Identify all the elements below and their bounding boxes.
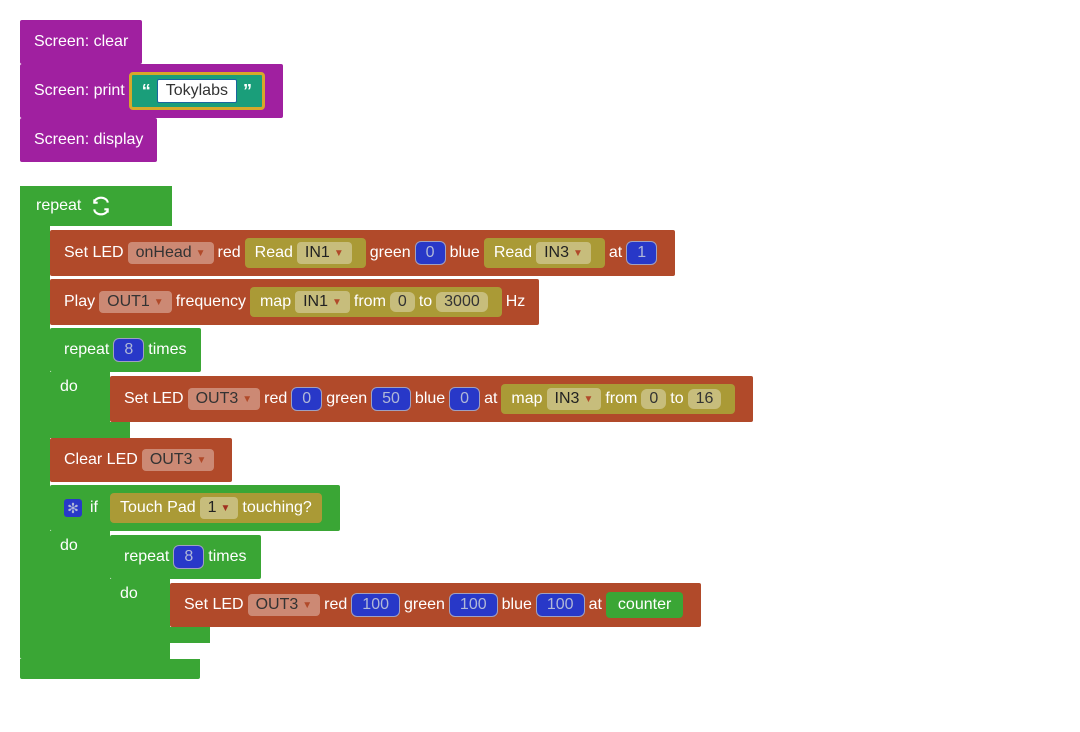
map-port-dropdown-2[interactable]: IN3▼ <box>547 388 602 410</box>
green-value-input[interactable]: 0 <box>415 241 446 265</box>
screen-print-block[interactable]: Screen: print “ Tokylabs ” <box>20 64 283 118</box>
from-value[interactable]: 0 <box>390 292 415 312</box>
red-value-input[interactable]: 0 <box>291 387 322 411</box>
blue-value-input-3[interactable]: 100 <box>536 593 585 617</box>
green-value-input-3[interactable]: 100 <box>449 593 498 617</box>
screen-print-label: Screen: print <box>34 82 125 100</box>
hz-label: Hz <box>506 293 526 311</box>
to-value[interactable]: 3000 <box>436 292 488 312</box>
chevron-down-icon: ▼ <box>583 394 593 405</box>
read-port-dropdown[interactable]: IN1▼ <box>297 242 352 264</box>
repeat-count-input[interactable]: 8 <box>113 338 144 362</box>
string-input[interactable]: Tokylabs <box>157 79 237 103</box>
led-target-dropdown[interactable]: OUT3▼ <box>188 388 261 410</box>
play-block[interactable]: Play OUT1▼ frequency map IN1▼ from 0 to … <box>50 279 539 325</box>
from-value-2[interactable]: 0 <box>641 389 666 409</box>
map-port-dropdown[interactable]: IN1▼ <box>295 291 350 313</box>
to-value-2[interactable]: 16 <box>688 389 722 409</box>
set-led-label: Set LED <box>64 244 124 262</box>
repeat-8b-block[interactable]: repeat 8 times do Set LED <box>110 535 701 643</box>
repeat-foot <box>50 422 130 438</box>
close-quote-icon: ” <box>243 81 252 102</box>
blue-value-input[interactable]: 0 <box>449 387 480 411</box>
read-in1-block[interactable]: Read IN1▼ <box>245 238 366 268</box>
if-block[interactable]: ✻ if Touch Pad 1▼ touching? do <box>50 485 701 659</box>
chevron-down-icon: ▼ <box>334 248 344 259</box>
chevron-down-icon: ▼ <box>196 248 206 259</box>
map-block-2[interactable]: map IN3▼ from 0 to 16 <box>501 384 735 414</box>
blue-label: blue <box>450 244 480 262</box>
repeat-8-head: repeat 8 times <box>50 328 201 372</box>
repeat-bar <box>20 226 50 659</box>
touchpad-dropdown[interactable]: 1▼ <box>200 497 239 519</box>
screen-display-block[interactable]: Screen: display <box>20 118 157 162</box>
screen-clear-label: Screen: clear <box>34 33 128 51</box>
gear-icon[interactable]: ✻ <box>64 499 82 517</box>
string-block[interactable]: “ Tokylabs ” <box>129 72 265 110</box>
chevron-down-icon: ▼ <box>154 297 164 308</box>
if-bar: do <box>50 531 110 643</box>
repeat-8b-foot <box>110 627 210 643</box>
repeat-forever-block[interactable]: repeat Set LED onHead▼ red Read IN1▼ <box>20 186 753 679</box>
if-foot <box>50 643 170 659</box>
repeat-head: repeat <box>20 186 172 226</box>
clear-led-block[interactable]: Clear LED OUT3▼ <box>50 438 232 482</box>
counter-variable[interactable]: counter <box>606 592 683 618</box>
repeat-count-input-2[interactable]: 8 <box>173 545 204 569</box>
set-led-out3-block[interactable]: Set LED OUT3▼ red 0 green 50 blue 0 at <box>110 376 753 422</box>
loop-icon <box>91 196 111 216</box>
map-block[interactable]: map IN1▼ from 0 to 3000 <box>250 287 502 317</box>
clear-led-port-dropdown[interactable]: OUT3▼ <box>142 449 215 471</box>
red-label: red <box>218 244 241 262</box>
read-port-dropdown[interactable]: IN3▼ <box>536 242 591 264</box>
repeat-8-block[interactable]: repeat 8 times do Set LED OUT3▼ red 0 <box>50 328 753 438</box>
screen-stack: Screen: clear Screen: print “ Tokylabs ”… <box>20 20 283 162</box>
led-target-dropdown-3[interactable]: OUT3▼ <box>248 594 321 616</box>
at-value-input[interactable]: 1 <box>626 241 657 265</box>
chevron-down-icon: ▼ <box>573 248 583 259</box>
open-quote-icon: “ <box>142 81 151 102</box>
set-led-onhead-block[interactable]: Set LED onHead▼ red Read IN1▼ green 0 bl… <box>50 230 675 276</box>
repeat-8-bar: do <box>50 372 110 422</box>
chevron-down-icon: ▼ <box>332 297 342 308</box>
green-value-input[interactable]: 50 <box>371 387 411 411</box>
repeat-8b-head: repeat 8 times <box>110 535 261 579</box>
play-label: Play <box>64 293 95 311</box>
screen-display-label: Screen: display <box>34 131 143 149</box>
repeat-label: repeat <box>36 197 81 215</box>
chevron-down-icon: ▼ <box>302 600 312 611</box>
chevron-down-icon: ▼ <box>242 394 252 405</box>
green-label: green <box>370 244 411 262</box>
frequency-label: frequency <box>176 293 246 311</box>
chevron-down-icon: ▼ <box>196 455 206 466</box>
read-in3-block[interactable]: Read IN3▼ <box>484 238 605 268</box>
play-port-dropdown[interactable]: OUT1▼ <box>99 291 172 313</box>
repeat-8b-bar: do <box>110 579 170 627</box>
touchpad-block[interactable]: Touch Pad 1▼ touching? <box>110 493 322 523</box>
led-target-dropdown[interactable]: onHead▼ <box>128 242 214 264</box>
chevron-down-icon: ▼ <box>221 503 231 514</box>
at-label: at <box>609 244 622 262</box>
screen-clear-block[interactable]: Screen: clear <box>20 20 142 64</box>
set-led-out3b-block[interactable]: Set LED OUT3▼ red 100 green 100 blue <box>170 583 701 627</box>
red-value-input-3[interactable]: 100 <box>351 593 400 617</box>
if-head: ✻ if Touch Pad 1▼ touching? <box>50 485 340 531</box>
repeat-forever-foot <box>20 659 200 679</box>
